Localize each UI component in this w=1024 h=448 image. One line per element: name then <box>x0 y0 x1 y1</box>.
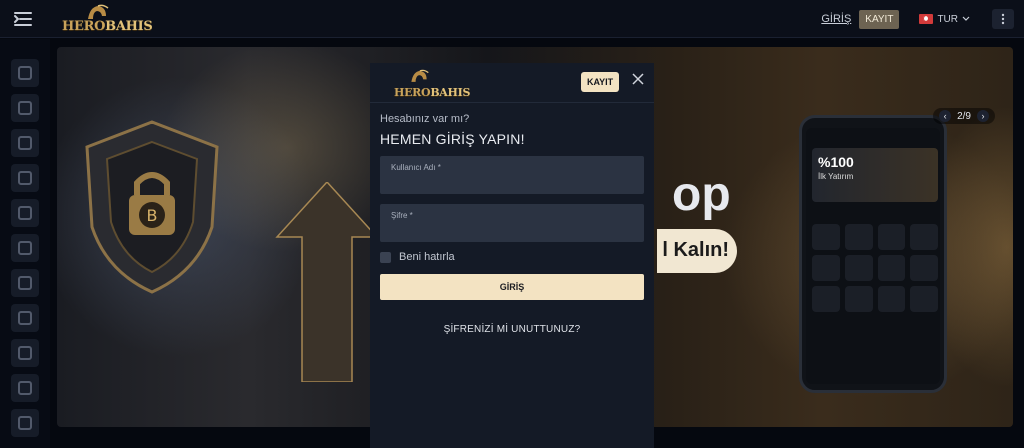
menu-toggle-icon[interactable] <box>12 9 34 29</box>
sidebar-item-cards[interactable] <box>11 374 39 402</box>
gift-icon <box>18 171 32 185</box>
speedometer-icon <box>18 206 32 220</box>
modal-title: HEMEN GİRİŞ YAPIN! <box>380 131 525 147</box>
modal-register-button[interactable]: KAYIT <box>581 72 620 92</box>
slider-next-button[interactable]: › <box>977 110 989 122</box>
vertical-dots-icon <box>1001 13 1005 25</box>
turkey-flag-icon <box>919 14 934 24</box>
sidebar-item-games[interactable] <box>11 234 39 262</box>
chevron-down-icon <box>962 16 970 21</box>
arrow-up-image <box>275 182 379 382</box>
modal-logo-text-hero: HERO <box>394 86 431 99</box>
banner-pill-text: l Kalın! <box>657 229 737 273</box>
slots-icon <box>18 66 32 80</box>
remember-me-toggle[interactable]: Beni hatırla <box>380 251 455 263</box>
login-link[interactable]: GİRİŞ <box>821 13 851 25</box>
modal-header: HEROBAHIS KAYIT <box>370 63 654 103</box>
sidebar-item-casino[interactable] <box>11 94 39 122</box>
sidebar-item-wheel[interactable] <box>11 339 39 367</box>
bitcoin-shield-image: B <box>85 120 219 294</box>
sidebar-item-slots[interactable] <box>11 59 39 87</box>
gamepad-icon <box>18 241 32 255</box>
wheel-icon <box>18 346 32 360</box>
poker-chips-icon <box>18 276 32 290</box>
login-button[interactable]: GİRİŞ <box>380 274 644 300</box>
svg-text:B: B <box>147 206 158 225</box>
close-icon[interactable] <box>631 72 645 86</box>
modal-logo-text-bahis: BAHIS <box>430 86 471 99</box>
soccer-ball-icon <box>18 136 32 150</box>
card-icon <box>18 381 32 395</box>
sidebar-item-poker[interactable] <box>11 269 39 297</box>
phone-promo-label: İlk Yatırım <box>818 172 854 181</box>
modal-logo: HEROBAHIS <box>394 69 470 99</box>
sidebar-item-sports[interactable] <box>11 129 39 157</box>
modal-subtitle: Hesabınız var mı? <box>380 113 470 125</box>
sidebar-item-live[interactable] <box>11 199 39 227</box>
sidebar <box>0 39 50 448</box>
username-placeholder: Kullanıcı Adı * <box>391 163 441 172</box>
site-logo[interactable]: HEROBAHIS <box>62 4 153 34</box>
sidebar-item-bonus[interactable] <box>11 164 39 192</box>
top-bar: HEROBAHIS GİRİŞ KAYIT TUR <box>0 0 1024 38</box>
more-options-button[interactable] <box>992 9 1014 29</box>
language-selector[interactable]: TUR <box>919 14 970 25</box>
password-field[interactable]: Şifre * <box>380 204 644 242</box>
chart-icon <box>18 311 32 325</box>
remember-me-checkbox[interactable] <box>380 251 391 263</box>
register-button[interactable]: KAYIT <box>859 9 900 29</box>
helmet-logo-icon <box>88 4 109 19</box>
password-placeholder: Şifre * <box>391 211 413 220</box>
logo-text-bahis: BAHIS <box>105 19 153 34</box>
slider-navigation: ‹ 2/9 › <box>933 108 995 124</box>
banner-headline-fragment: op <box>672 168 731 221</box>
language-label: TUR <box>937 13 958 25</box>
helmet-logo-icon <box>411 69 429 82</box>
forgot-password-link[interactable]: ŞİFRENİZİ Mİ UNUTTUNUZ? <box>370 324 654 335</box>
username-field[interactable]: Kullanıcı Adı * <box>380 156 644 194</box>
casino-icon <box>18 101 32 115</box>
tv-icon <box>18 416 32 430</box>
login-modal: HEROBAHIS KAYIT Hesabınız var mı? HEMEN … <box>370 63 654 448</box>
sidebar-item-stats[interactable] <box>11 304 39 332</box>
logo-text-hero: HERO <box>62 19 106 34</box>
sidebar-item-tv[interactable] <box>11 409 39 437</box>
slider-prev-button[interactable]: ‹ <box>939 110 952 122</box>
phone-mockup-image: %100 İlk Yatırım <box>799 115 947 393</box>
phone-promo-percent: %100 <box>818 154 854 170</box>
slide-indicator: 2/9 <box>957 110 971 122</box>
remember-me-label: Beni hatırla <box>399 251 455 263</box>
